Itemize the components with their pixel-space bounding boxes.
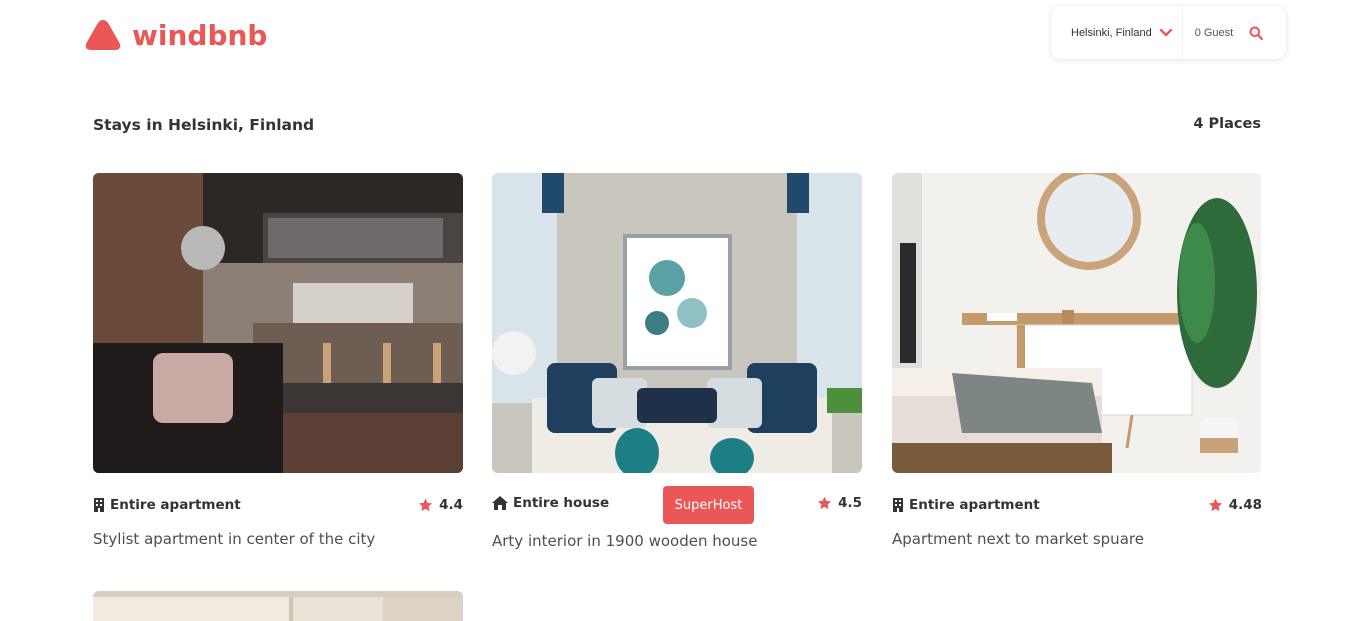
search-bar[interactable]: Helsinki, Finland 0 Guest	[1051, 6, 1286, 59]
brand-name: windbnb	[132, 18, 268, 52]
chevron-down-icon	[1159, 28, 1172, 37]
stay-type-label: Entire house	[513, 495, 610, 511]
stay-card[interactable]: Entire apartment 4.48 Apartment next to …	[892, 173, 1262, 548]
stay-title[interactable]: Arty interior in 1900 wooden house	[492, 532, 757, 550]
places-count: 4 Places	[1193, 116, 1261, 132]
stay-title[interactable]: Stylist apartment in center of the city	[93, 530, 375, 548]
stay-type: Entire apartment	[93, 497, 241, 513]
searchbar-divider	[1181, 6, 1183, 59]
stay-meta: Entire apartment 4.4	[93, 497, 463, 513]
building-icon	[892, 498, 904, 512]
stay-photo[interactable]	[93, 591, 463, 621]
building-icon	[93, 498, 105, 512]
rating-value: 4.5	[838, 495, 862, 511]
stay-meta: Entire house SuperHost 4.5	[492, 486, 862, 524]
stay-meta: Entire apartment 4.48	[892, 497, 1262, 513]
stay-type: Entire house	[492, 495, 609, 511]
stay-rating: 4.48	[1208, 497, 1262, 513]
page-title: Stays in Helsinki, Finland	[93, 116, 315, 134]
superhost-badge: SuperHost	[663, 486, 754, 524]
logo-icon	[85, 20, 121, 50]
rating-value: 4.4	[439, 497, 463, 513]
star-icon	[1208, 498, 1223, 512]
home-icon	[492, 496, 508, 510]
location-selector[interactable]: Helsinki, Finland	[1051, 27, 1172, 39]
guest-selector[interactable]: 0 Guest	[1195, 27, 1234, 39]
stay-type-label: Entire apartment	[909, 497, 1040, 513]
stay-photo[interactable]	[492, 173, 862, 473]
stay-type-label: Entire apartment	[110, 497, 241, 513]
star-icon	[418, 498, 433, 512]
search-icon[interactable]	[1249, 26, 1264, 40]
rating-value: 4.48	[1228, 497, 1262, 513]
star-icon	[817, 496, 832, 510]
stay-card[interactable]: Entire house SuperHost 4.5 Arty interior…	[492, 173, 862, 550]
stay-type: Entire apartment	[892, 497, 1040, 513]
stay-photo[interactable]	[93, 173, 463, 473]
stay-card[interactable]	[93, 591, 463, 621]
stay-title[interactable]: Apartment next to market spuare	[892, 530, 1144, 548]
stay-card[interactable]: Entire apartment 4.4 Stylist apartment i…	[93, 173, 463, 548]
location-value: Helsinki, Finland	[1071, 26, 1152, 39]
stay-rating: 4.4	[418, 497, 463, 513]
brand-logo[interactable]: windbnb	[84, 18, 267, 52]
stay-photo[interactable]	[892, 173, 1262, 473]
stay-rating: 4.5	[817, 495, 862, 511]
